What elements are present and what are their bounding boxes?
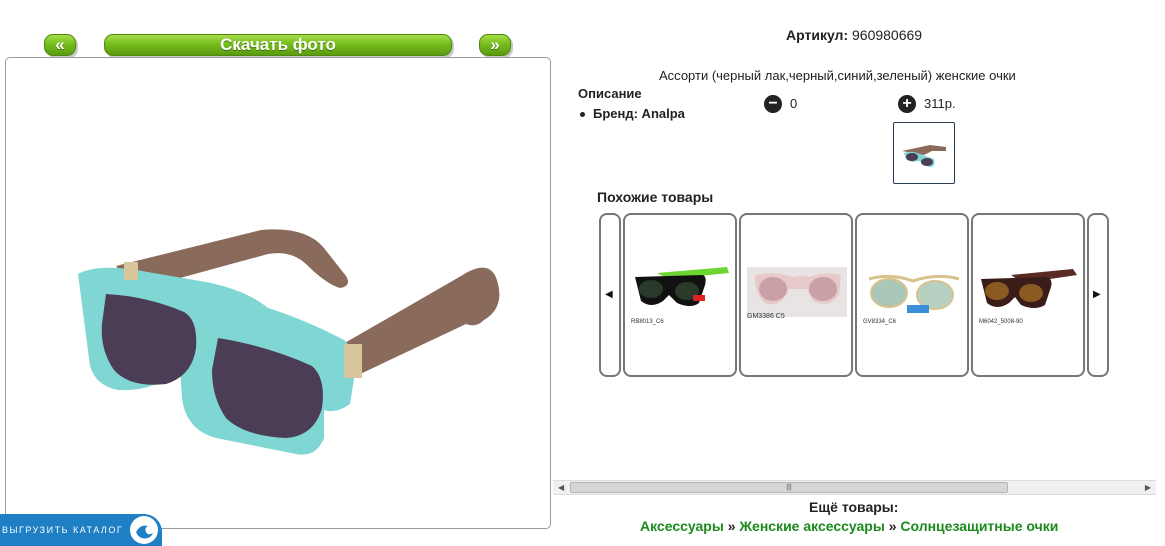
scroll-right-arrow-icon[interactable]: ▶ xyxy=(1145,483,1151,492)
decrease-quantity-button[interactable]: − xyxy=(764,95,782,113)
sunglasses-mirror-icon xyxy=(868,274,960,313)
sunglasses-green-black-icon xyxy=(635,267,729,306)
similar-products-title: Похожие товары xyxy=(597,189,714,205)
export-catalog-tab[interactable]: ВЫГРУЗИТЬ КАТАЛОГ xyxy=(0,514,162,546)
similar-product-code: RB8013_C6 xyxy=(631,319,664,325)
product-thumbnail[interactable] xyxy=(893,122,955,184)
similar-product-card[interactable]: RB8013_C6 xyxy=(623,213,737,377)
brand-item: Бренд: Analpa xyxy=(580,106,685,121)
article-number: Артикул: 960980669 xyxy=(786,27,922,43)
export-catalog-label: ВЫГРУЗИТЬ КАТАЛОГ xyxy=(2,525,124,535)
price-value: 311р. xyxy=(924,96,956,111)
crumb-accessories-link[interactable]: Аксессуары xyxy=(640,518,724,534)
similar-product-card[interactable]: GM3386 C5 xyxy=(739,213,853,377)
horizontal-scrollbar[interactable]: ◀ ||| ▶ xyxy=(553,480,1156,495)
increase-quantity-button[interactable]: + xyxy=(898,95,916,113)
similar-product-card[interactable]: M6042_5008-90 xyxy=(971,213,1085,377)
similar-scroll-right-button[interactable]: ▶ xyxy=(1087,213,1109,377)
description-title: Описание xyxy=(578,86,642,101)
prev-photo-button[interactable]: « xyxy=(44,34,76,56)
crumb-separator: » xyxy=(727,518,736,534)
article-label: Артикул: xyxy=(786,27,849,43)
sunglasses-thumbnail-icon xyxy=(902,145,946,167)
product-photo xyxy=(78,229,500,455)
next-photo-button[interactable]: » xyxy=(479,34,511,56)
scrollbar-thumb[interactable]: ||| xyxy=(570,482,1008,493)
skip-left-icon: ◀ xyxy=(605,289,613,300)
similar-scroll-left-button[interactable]: ◀ xyxy=(599,213,621,377)
crumb-womens-accessories-link[interactable]: Женские аксессуары xyxy=(739,518,884,534)
product-photo-frame xyxy=(5,57,551,529)
quantity-value: 0 xyxy=(790,96,798,111)
bullet-icon xyxy=(580,112,585,118)
similar-product-code: GV8334_C6 xyxy=(863,319,897,325)
download-photo-button[interactable]: Скачать фото xyxy=(104,34,452,56)
product-description: Ассорти (черный лак,черный,синий,зеленый… xyxy=(659,68,1016,83)
more-products-title: Ещё товары: xyxy=(809,499,899,515)
article-value: 960980669 xyxy=(852,27,923,43)
similar-product-code: M6042_5008-90 xyxy=(979,319,1023,325)
similar-product-card[interactable]: GV8334_C6 xyxy=(855,213,969,377)
skip-right-icon: ▶ xyxy=(1093,289,1101,300)
category-breadcrumb: Аксессуары » Женские аксессуары » Солнце… xyxy=(640,518,1058,534)
scroll-left-arrow-icon[interactable]: ◀ xyxy=(558,483,564,492)
crumb-separator: » xyxy=(888,518,897,534)
similar-product-code: GM3386 C5 xyxy=(747,313,785,320)
wave-icon xyxy=(130,516,158,544)
crumb-sunglasses-link[interactable]: Солнцезащитные очки xyxy=(900,518,1058,534)
brand-text: Бренд: Analpa xyxy=(593,106,685,121)
sunglasses-brown-polarized-icon xyxy=(981,269,1077,308)
